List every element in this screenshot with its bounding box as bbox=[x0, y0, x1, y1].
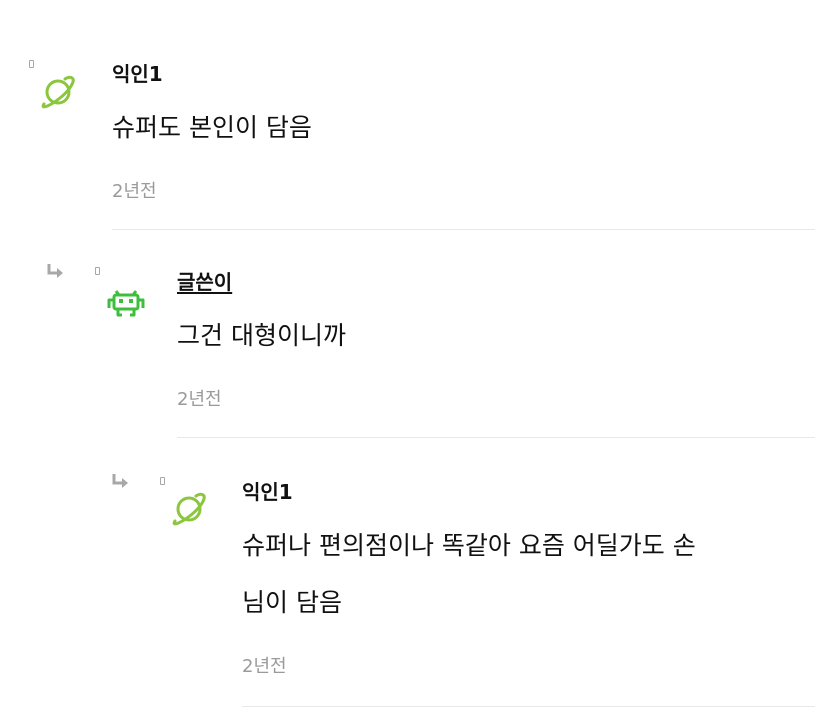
report-flag-icon[interactable] bbox=[160, 477, 165, 485]
comment-text-line-1: 슈퍼나 편의점이나 똑같아 요즘 어딜가도 손 bbox=[242, 531, 696, 560]
reply-arrow-icon bbox=[112, 474, 128, 488]
divider bbox=[242, 706, 815, 707]
comment-text-line-2: 님이 담음 bbox=[242, 588, 342, 617]
planet-icon bbox=[172, 492, 206, 526]
comment-timestamp: 2년전 bbox=[242, 656, 287, 677]
reply-comment: 익인1 슈퍼나 편의점이나 똑같아 요즘 어딜가도 손 님이 담음 2년전 bbox=[0, 0, 835, 713]
comment-author[interactable]: 익인1 bbox=[242, 476, 293, 505]
